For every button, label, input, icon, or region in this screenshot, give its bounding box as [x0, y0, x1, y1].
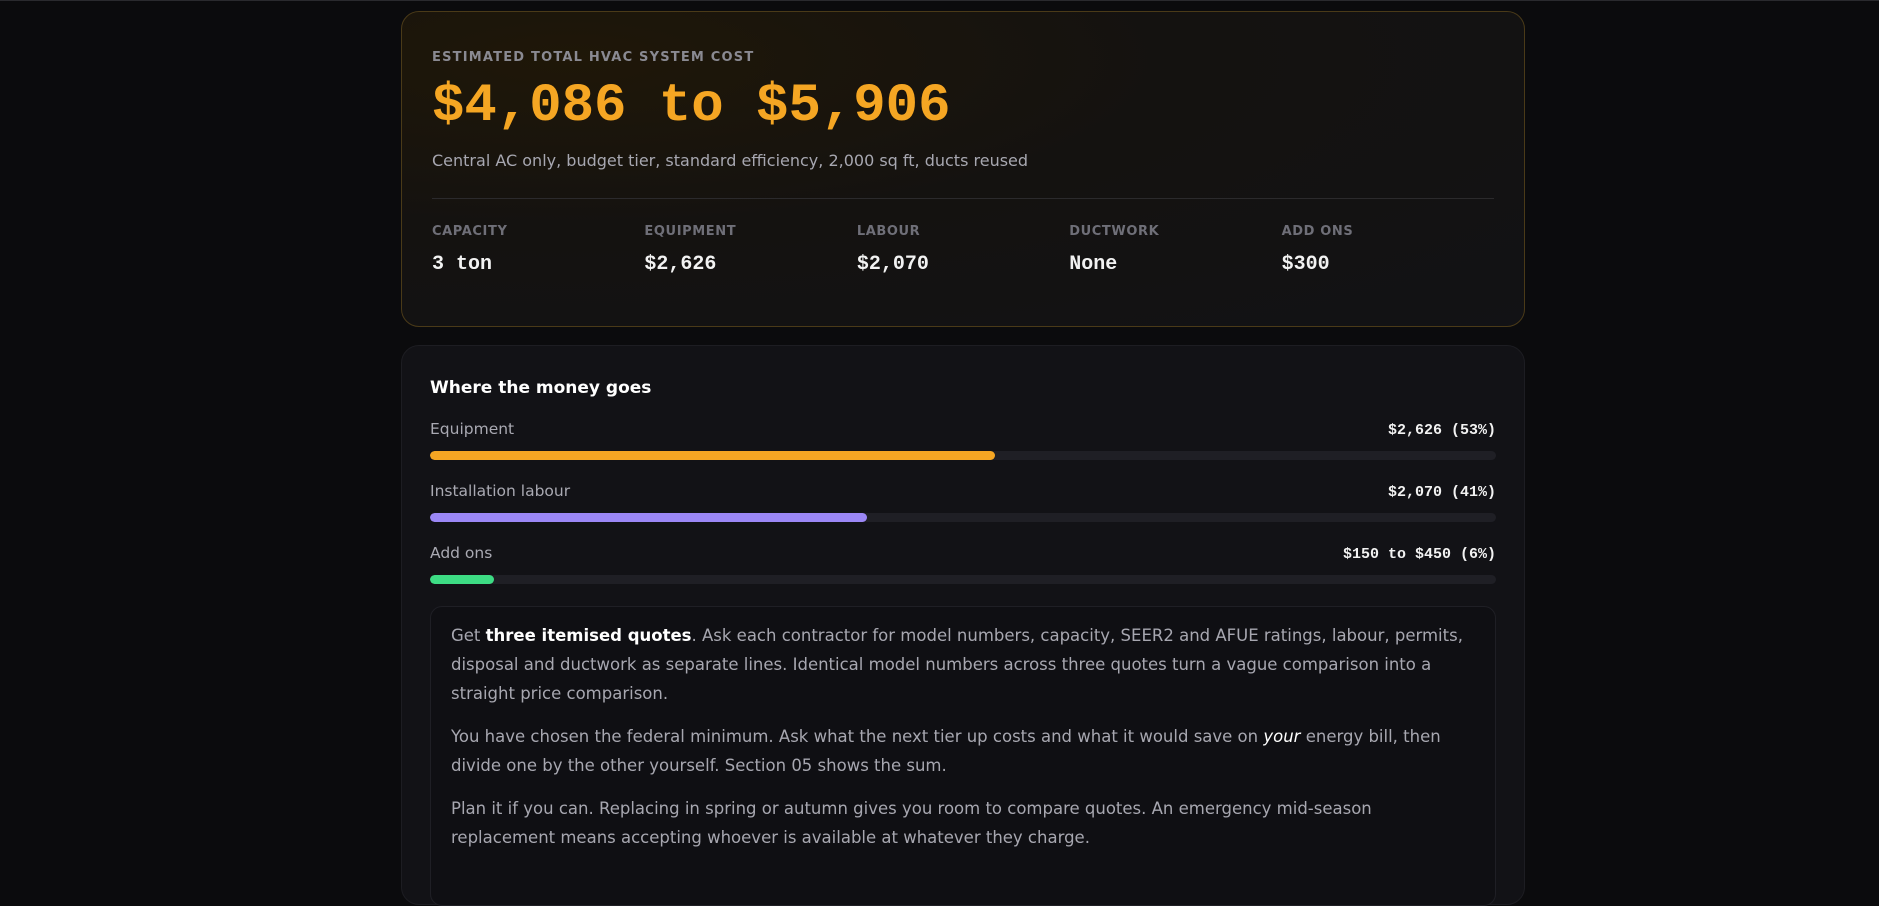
- advice-emphasis: your: [1263, 727, 1301, 746]
- stat-label: CAPACITY: [432, 224, 508, 239]
- breakdown-row-add-ons: Add ons $150 to $450 (6%): [430, 544, 1496, 584]
- stat-value: $300: [1281, 253, 1330, 276]
- bar-fill-equipment: [430, 451, 995, 460]
- breakdown-row-labour: Installation labour $2,070 (41%): [430, 482, 1496, 522]
- bar-track: [430, 575, 1496, 584]
- top-border: [0, 0, 1879, 1]
- stat-add-ons: ADD ONS $300: [1282, 224, 1494, 276]
- advice-text: Get: [451, 626, 486, 645]
- stat-ductwork: DUCTWORK None: [1069, 224, 1281, 276]
- advice-efficiency: You have chosen the federal minimum. Ask…: [451, 722, 1475, 780]
- bar-track: [430, 451, 1496, 460]
- bar-label: Equipment: [430, 420, 515, 438]
- stat-equipment: EQUIPMENT $2,626: [644, 224, 856, 276]
- bar-amount: $2,070 (41%): [1387, 484, 1496, 501]
- breakdown-title: Where the money goes: [430, 378, 652, 398]
- stat-value: $2,626: [644, 253, 717, 276]
- breakdown-card: Where the money goes Equipment $2,626 (5…: [401, 345, 1525, 906]
- divider: [432, 198, 1494, 199]
- advice-emphasis: three itemised quotes: [485, 626, 692, 645]
- cost-summary-card: ESTIMATED TOTAL HVAC SYSTEM COST $4,086 …: [401, 11, 1525, 327]
- bar-amount: $150 to $450 (6%): [1342, 546, 1496, 563]
- stat-value: None: [1069, 253, 1118, 276]
- advice-quotes: Get three itemised quotes. Ask each cont…: [451, 621, 1475, 708]
- results-column: ESTIMATED TOTAL HVAC SYSTEM COST $4,086 …: [401, 11, 1525, 906]
- stat-value: 3 ton: [432, 253, 493, 276]
- bar-label: Installation labour: [430, 482, 571, 500]
- bar-fill-labour: [430, 513, 868, 522]
- advice-box: Get three itemised quotes. Ask each cont…: [430, 606, 1496, 906]
- stat-capacity: CAPACITY 3 ton: [432, 224, 644, 276]
- cost-range: $4,086 to $5,906: [432, 76, 951, 137]
- stats-row: CAPACITY 3 ton EQUIPMENT $2,626 LABOUR $…: [432, 224, 1494, 276]
- stat-label: DUCTWORK: [1069, 224, 1160, 239]
- stat-label: EQUIPMENT: [644, 224, 737, 239]
- stat-label: ADD ONS: [1281, 224, 1354, 239]
- advice-text: You have chosen the federal minimum. Ask…: [451, 727, 1264, 746]
- cost-eyebrow: ESTIMATED TOTAL HVAC SYSTEM COST: [432, 50, 755, 65]
- bar-amount: $2,626 (53%): [1387, 422, 1496, 439]
- stat-label: LABOUR: [856, 224, 921, 239]
- breakdown-row-equipment: Equipment $2,626 (53%): [430, 420, 1496, 460]
- bar-track: [430, 513, 1496, 522]
- stat-value: $2,070: [856, 253, 929, 276]
- advice-timing: Plan it if you can. Replacing in spring …: [451, 799, 1372, 847]
- cost-summary: Central AC only, budget tier, standard e…: [432, 151, 1029, 170]
- bar-fill-add-ons: [430, 575, 494, 584]
- bar-label: Add ons: [430, 544, 493, 562]
- stat-labour: LABOUR $2,070: [857, 224, 1069, 276]
